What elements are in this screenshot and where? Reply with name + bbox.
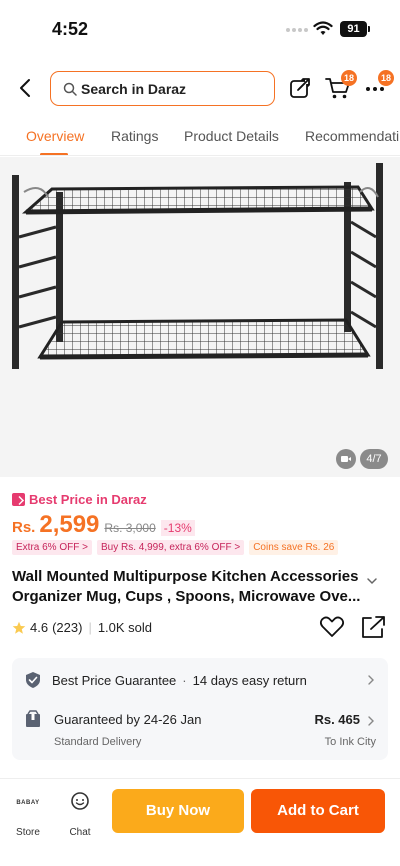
delivery-type: Standard Delivery bbox=[54, 736, 142, 748]
battery-indicator: 91 bbox=[340, 21, 370, 37]
separator-dot: · bbox=[182, 672, 187, 688]
review-count: (223) bbox=[52, 620, 83, 635]
promo-bundle[interactable]: Buy Rs. 4,999, extra 6% OFF > bbox=[96, 540, 245, 555]
heart-icon[interactable] bbox=[319, 615, 345, 639]
cart-badge: 18 bbox=[341, 70, 357, 86]
price-row: Rs. 2,599 Rs. 3,000 -13% bbox=[12, 511, 195, 539]
rating-value: 4.6 bbox=[30, 620, 49, 635]
product-image bbox=[12, 163, 383, 369]
tab-ratings[interactable]: Ratings bbox=[111, 128, 158, 144]
promo-row: Extra 6% OFF > Buy Rs. 4,999, extra 6% O… bbox=[12, 540, 339, 555]
original-price: Rs. 3,000 bbox=[104, 521, 156, 535]
chat-button[interactable]: Chat bbox=[60, 791, 100, 838]
delivery-title: Guaranteed by 24-26 Jan bbox=[54, 712, 202, 727]
chevron-right-icon bbox=[368, 675, 374, 685]
tab-product-details[interactable]: Product Details bbox=[184, 128, 279, 144]
add-to-cart-button[interactable]: Add to Cart bbox=[251, 789, 385, 833]
promo-extra-off[interactable]: Extra 6% OFF > bbox=[12, 540, 92, 555]
delivery-location: To Ink City bbox=[324, 736, 376, 748]
discount-badge: -13% bbox=[160, 520, 195, 536]
current-price: 2,599 bbox=[39, 511, 100, 538]
package-icon bbox=[26, 710, 40, 727]
chat-icon bbox=[71, 792, 89, 810]
service-card: Best Price Guarantee · 14 days easy retu… bbox=[12, 658, 388, 760]
chat-label: Chat bbox=[69, 827, 91, 838]
sold-count: 1.0K sold bbox=[97, 620, 153, 635]
share-icon[interactable] bbox=[360, 615, 386, 639]
bottom-action-bar: BABAY Store Chat Buy Now Add to Cart bbox=[0, 778, 400, 866]
search-icon bbox=[63, 82, 77, 96]
share-icon[interactable] bbox=[288, 76, 312, 100]
tab-recommendations[interactable]: Recommendati bbox=[305, 128, 399, 144]
status-bar: 4:52 91 bbox=[0, 0, 400, 58]
product-title[interactable]: Wall Mounted Multipurpose Kitchen Access… bbox=[12, 567, 367, 607]
delivery-row[interactable]: Guaranteed by 24-26 Jan Standard Deliver… bbox=[24, 710, 376, 750]
chevron-right-icon bbox=[368, 716, 374, 726]
chevron-down-icon[interactable] bbox=[366, 575, 378, 587]
store-label: Store bbox=[16, 827, 40, 838]
tab-overview[interactable]: Overview bbox=[26, 128, 84, 144]
more-badge: 18 bbox=[378, 70, 394, 86]
promo-coins: Coins save Rs. 26 bbox=[249, 540, 339, 555]
separator: | bbox=[88, 620, 92, 635]
tab-bar: Overview Ratings Product Details Recomme… bbox=[0, 118, 400, 156]
guarantee-label: Best Price Guarantee bbox=[52, 672, 177, 688]
store-logo: BABAY bbox=[16, 800, 40, 806]
search-input[interactable]: Search in Daraz bbox=[50, 71, 275, 106]
delivery-price: Rs. 465 bbox=[314, 712, 360, 727]
header: Search in Daraz bbox=[0, 66, 400, 110]
search-placeholder: Search in Daraz bbox=[81, 80, 187, 97]
store-button[interactable]: BABAY Store bbox=[8, 793, 48, 838]
back-icon[interactable] bbox=[14, 76, 38, 100]
active-tab-indicator bbox=[40, 153, 68, 155]
shield-check-icon bbox=[26, 672, 40, 688]
best-price-label: Best Price in Daraz bbox=[12, 492, 147, 507]
rating-row[interactable]: 4.6 (223) | 1.0K sold bbox=[12, 620, 152, 635]
star-icon bbox=[12, 621, 26, 634]
return-policy: 14 days easy return bbox=[192, 672, 307, 688]
buy-now-button[interactable]: Buy Now bbox=[112, 789, 244, 833]
image-counter: 4/7 bbox=[360, 449, 388, 469]
video-icon[interactable] bbox=[336, 449, 356, 469]
status-time: 4:52 bbox=[52, 19, 89, 39]
price-currency: Rs. bbox=[12, 519, 36, 536]
product-image-gallery[interactable] bbox=[0, 157, 400, 477]
trend-icon bbox=[12, 493, 25, 506]
guarantee-row[interactable]: Best Price Guarantee · 14 days easy retu… bbox=[24, 670, 376, 690]
wifi-icon bbox=[313, 21, 333, 35]
signal-icon bbox=[286, 28, 308, 32]
